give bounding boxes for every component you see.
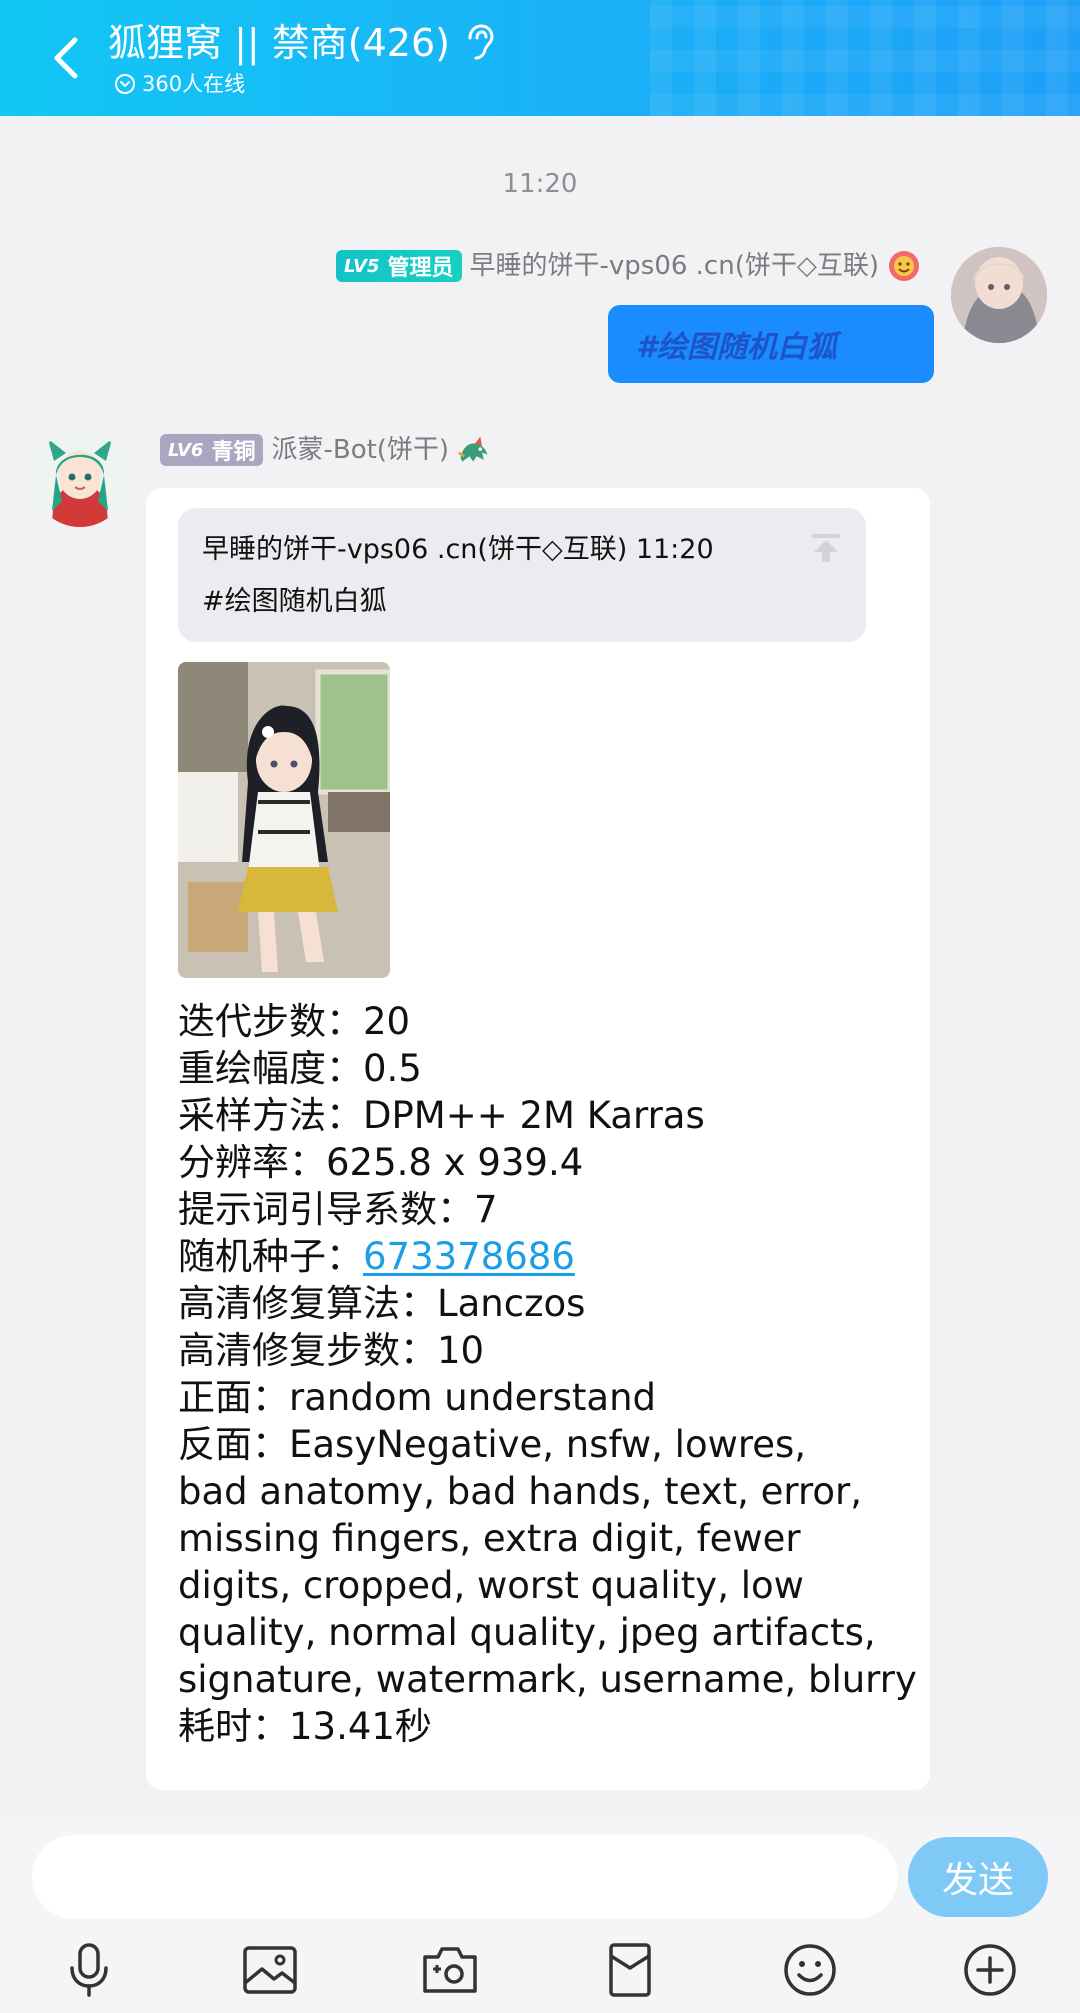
level-badge: LV5 管理员 [336,250,462,282]
sender-info-admin: LV5 管理员 早睡的饼干-vps06 .cn(饼干◇互联) [336,248,921,284]
bot-message-bubble[interactable]: 早睡的饼干-vps06 .cn(饼干◇互联) 11:20 #绘图随机白狐 迭代步… [146,488,930,1790]
level-badge: LV6 青铜 [160,434,264,466]
param-steps: 迭代步数：20 [178,1000,411,1043]
param-denoise: 重绘幅度：0.5 [178,1047,422,1090]
generation-params: 迭代步数：20 重绘幅度：0.5 采样方法：DPM++ 2M Karras 分辨… [178,998,918,1750]
plus-icon[interactable] [958,1938,1022,2002]
input-toolbar [0,1938,1080,2002]
param-negative: missing fingers, extra digit, fewer [178,1517,801,1560]
param-seed-row: 随机种子：673378686 [178,1233,918,1280]
group-title[interactable]: 狐狸窝 || 禁商(426) [108,18,496,68]
param-cfg: 提示词引导系数：7 [178,1188,498,1231]
chevron-circle-icon [115,74,135,94]
back-arrow-icon [54,37,78,79]
quoted-message[interactable]: 早睡的饼干-vps06 .cn(饼干◇互联) 11:20 #绘图随机白狐 [178,508,866,642]
dragon-emoji-icon [457,433,491,467]
param-negative: 反面：EasyNegative, nsfw, lowres, [178,1423,807,1466]
param-negative: digits, cropped, worst quality, low [178,1564,804,1607]
message-timestamp: 11:20 [502,169,578,199]
message-input[interactable] [32,1835,898,1919]
quote-header: 早睡的饼干-vps06 .cn(饼干◇互联) 11:20 [202,534,714,565]
seed-link[interactable]: 673378686 [363,1235,575,1278]
back-button[interactable] [44,30,88,86]
group-name: 狐狸窝 || 禁商(426) [108,21,450,65]
red-packet-icon[interactable] [598,1938,662,2002]
online-status: 360人在线 [114,70,245,98]
emoji-icon[interactable] [778,1938,842,2002]
quote-body: #绘图随机白狐 [202,586,387,617]
param-resolution: 分辨率：625.8 x 939.4 [178,1141,584,1184]
sender-name[interactable]: 早睡的饼干-vps06 .cn(饼干◇互联) [470,248,880,284]
param-positive: 正面：random understand [178,1376,657,1419]
microphone-icon[interactable] [57,1938,121,2002]
param-hires-steps: 高清修复步数：10 [178,1329,485,1372]
sender-name[interactable]: 派蒙-Bot(饼干) [271,432,449,468]
my-message-bubble[interactable]: #绘图随机白狐 [608,305,934,383]
flower-emoji-icon [887,249,921,283]
header-pattern [650,0,1080,116]
input-panel: 发送 [0,1816,1080,2013]
ear-icon[interactable] [464,24,496,62]
my-avatar[interactable] [951,247,1047,343]
bot-avatar[interactable] [32,431,128,527]
badge-level: LV5 [344,255,380,277]
online-count: 360人在线 [142,72,246,96]
sender-info-bot: LV6 青铜 派蒙-Bot(饼干) [160,432,491,468]
badge-role: 管理员 [387,256,454,281]
badge-role: 青铜 [211,440,256,465]
param-elapsed: 耗时：13.41秒 [178,1705,432,1748]
generated-image[interactable] [178,662,390,978]
camera-icon[interactable] [418,1938,482,2002]
send-button[interactable]: 发送 [908,1837,1048,1917]
param-negative: quality, normal quality, jpeg artifacts, [178,1611,876,1654]
param-hires-upscaler: 高清修复算法：Lanczos [178,1282,586,1325]
chat-header: 狐狸窝 || 禁商(426) 360人在线 [0,0,1080,116]
param-negative: signature, watermark, username, blurry [178,1658,917,1701]
image-icon[interactable] [238,1938,302,2002]
param-sampler: 采样方法：DPM++ 2M Karras [178,1094,705,1137]
param-negative: bad anatomy, bad hands, text, error, [178,1470,862,1513]
param-seed-label: 随机种子： [178,1235,363,1278]
jump-to-message-icon[interactable] [808,530,844,566]
badge-level: LV6 [168,439,204,461]
message-text: #绘图随机白狐 [636,330,837,365]
